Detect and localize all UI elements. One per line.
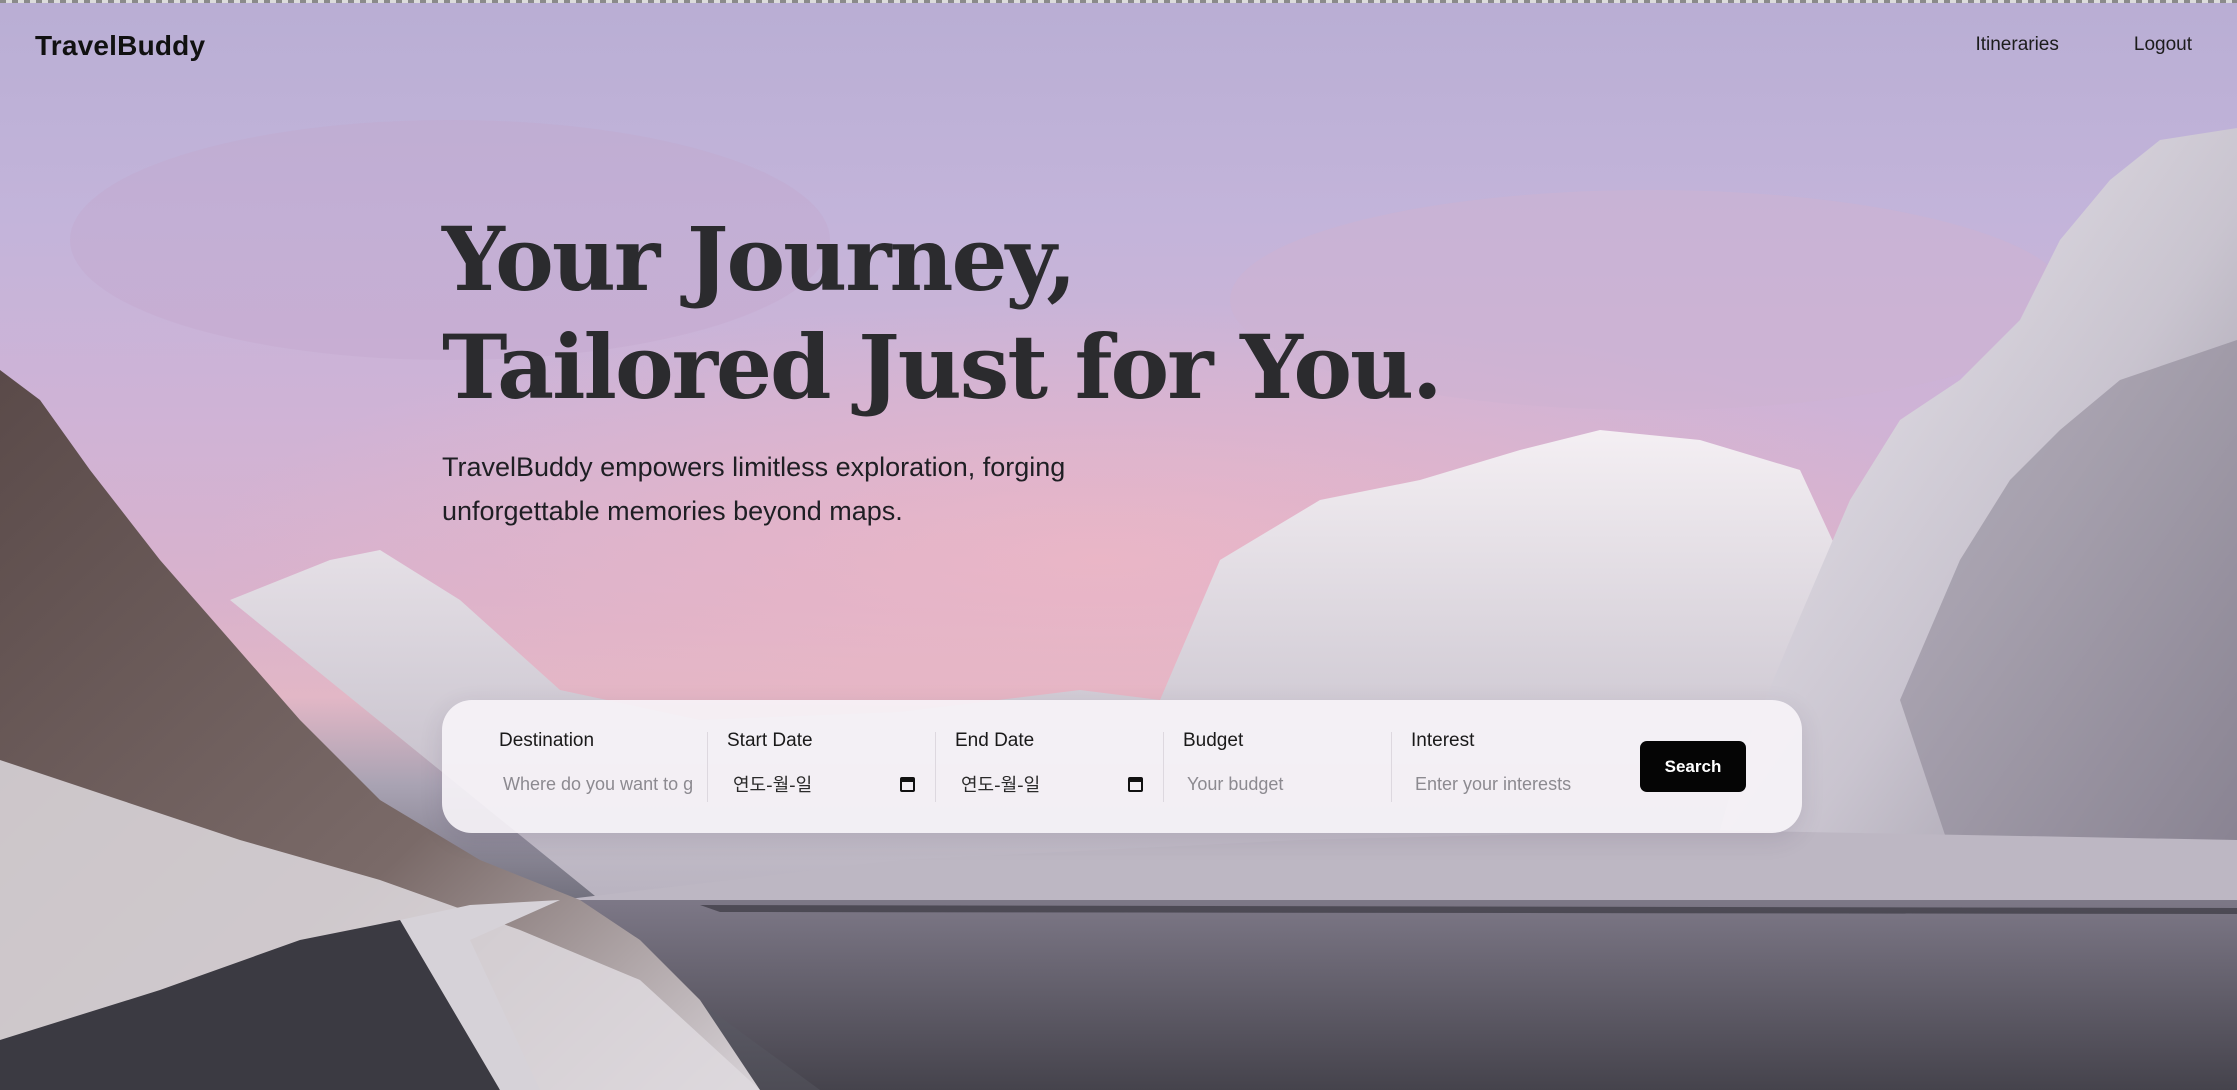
hero-subtitle-line-2: unforgettable memories beyond maps.: [442, 496, 903, 526]
navbar: TravelBuddy Itineraries Logout: [0, 0, 2237, 92]
interest-input[interactable]: [1411, 766, 1605, 802]
start-date-label: Start Date: [727, 730, 813, 751]
destination-input[interactable]: [499, 766, 693, 802]
search-button[interactable]: Search: [1640, 741, 1746, 792]
destination-field: Destination: [499, 730, 699, 806]
field-divider: [935, 732, 936, 802]
start-date-input[interactable]: 연도-월-일: [727, 766, 917, 802]
hero-title: Your Journey, Tailored Just for You.: [442, 205, 1443, 421]
start-date-value: 연도-월-일: [733, 775, 813, 796]
nav-link-itineraries[interactable]: Itineraries: [1975, 34, 2058, 56]
brand-logo[interactable]: TravelBuddy: [35, 30, 205, 62]
hero-subtitle-line-1: TravelBuddy empowers limitless explorati…: [442, 452, 1066, 482]
destination-label: Destination: [499, 730, 595, 751]
background-landscape: [0, 120, 2237, 1090]
budget-input[interactable]: [1183, 766, 1377, 802]
nav-links: Itineraries Logout: [1975, 34, 2192, 56]
calendar-icon[interactable]: [900, 776, 915, 792]
end-date-input[interactable]: 연도-월-일: [955, 766, 1145, 802]
hero-section: Your Journey, Tailored Just for You. Tra…: [442, 205, 1443, 533]
nav-link-logout[interactable]: Logout: [2134, 34, 2192, 56]
trip-search-form: Destination Start Date 연도-월-일 End Date 연…: [442, 700, 1802, 833]
interest-label: Interest: [1411, 730, 1475, 751]
field-divider: [1391, 732, 1392, 802]
end-date-field: End Date 연도-월-일: [955, 730, 1155, 806]
hero-title-line-2: Tailored Just for You.: [442, 315, 1443, 419]
end-date-label: End Date: [955, 730, 1035, 751]
field-divider: [1163, 732, 1164, 802]
hero-title-line-1: Your Journey,: [442, 207, 1077, 311]
start-date-field: Start Date 연도-월-일: [727, 730, 927, 806]
calendar-icon[interactable]: [1128, 776, 1143, 792]
budget-field: Budget: [1183, 730, 1383, 806]
interest-field: Interest: [1411, 730, 1611, 806]
end-date-value: 연도-월-일: [961, 775, 1041, 796]
budget-label: Budget: [1183, 730, 1244, 751]
hero-subtitle: TravelBuddy empowers limitless explorati…: [442, 445, 1142, 533]
landing-page: TravelBuddy Itineraries Logout Your Jour…: [0, 0, 2237, 1090]
field-divider: [707, 732, 708, 802]
